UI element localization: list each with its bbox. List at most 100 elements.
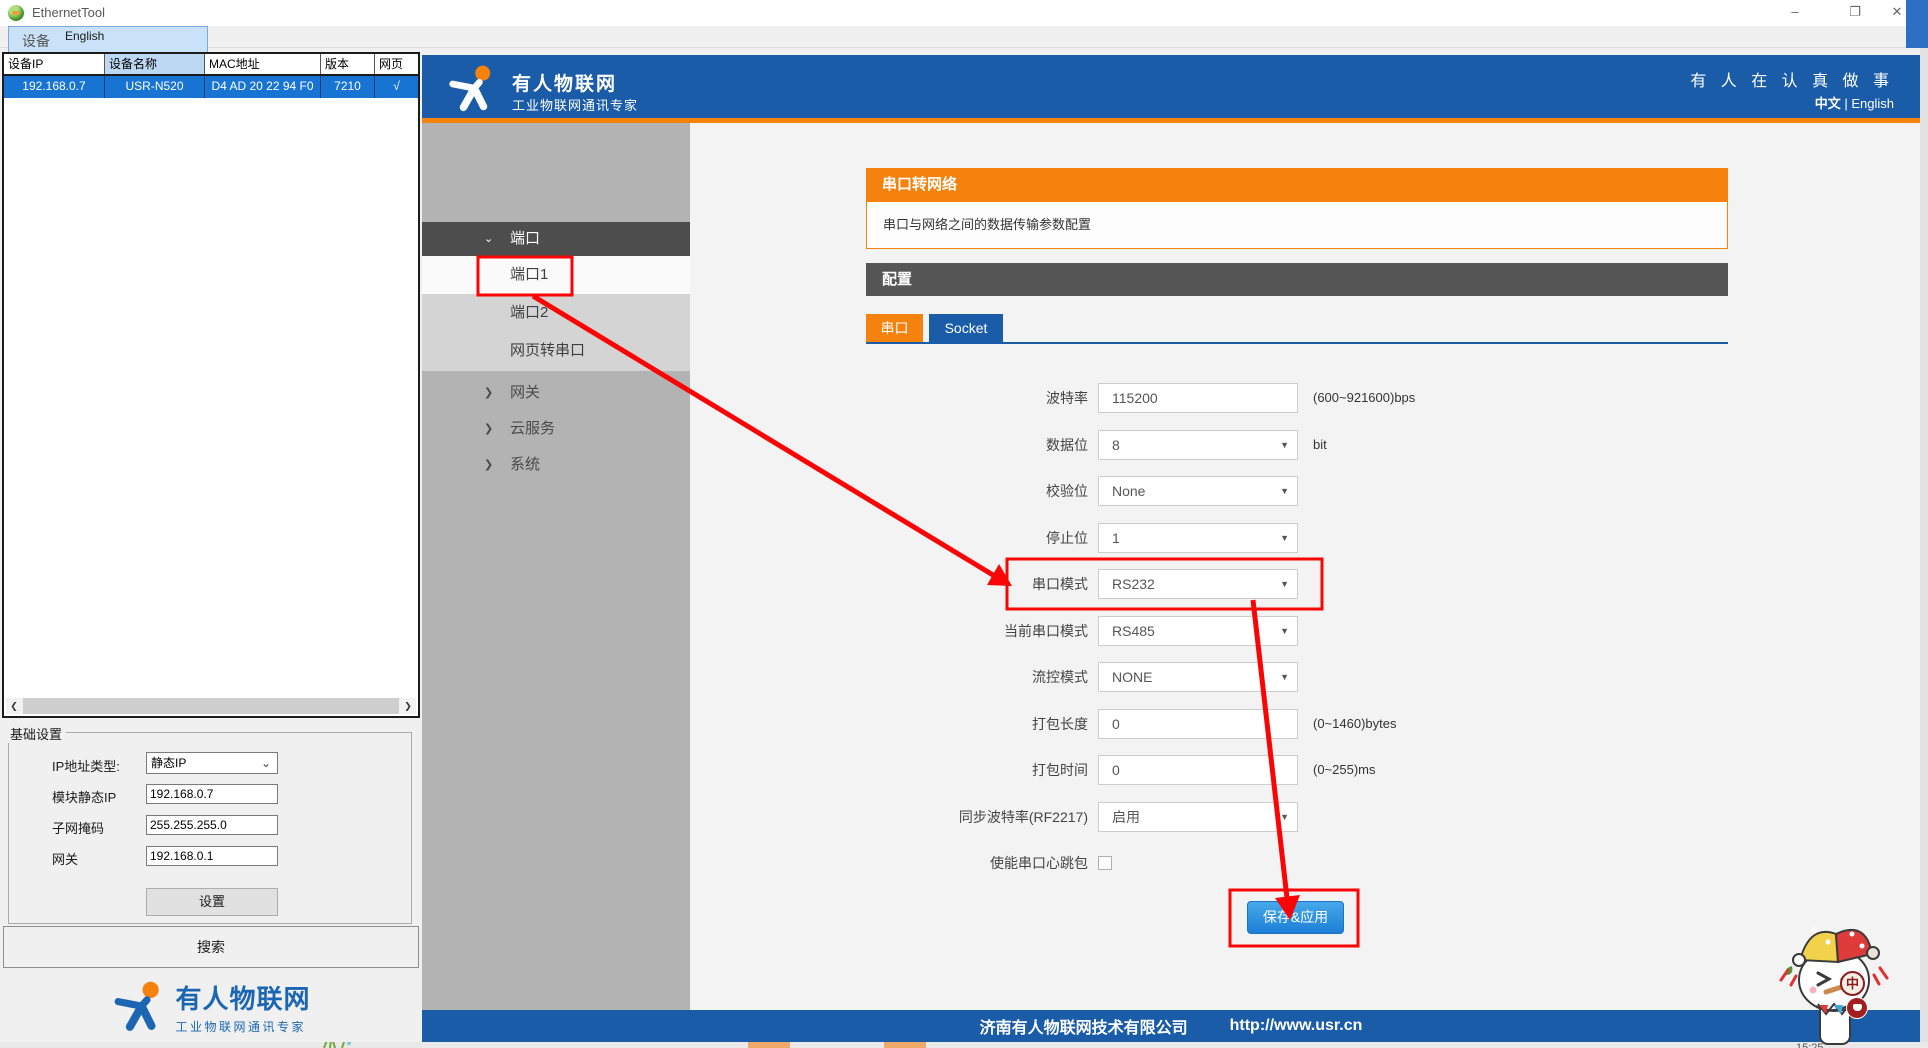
flowctrl-select[interactable]: NONE ▼ xyxy=(1098,662,1298,692)
open-webpage-icon[interactable]: √ xyxy=(375,76,418,98)
search-button[interactable]: 搜索 xyxy=(3,926,419,968)
databits-label: 数据位 xyxy=(1046,437,1088,453)
dropdown-arrow-icon: ▼ xyxy=(1280,579,1289,589)
basic-settings-title: 基础设置 xyxy=(6,724,67,743)
language-switch: 中文 | English xyxy=(1815,93,1894,112)
footer-url[interactable]: http://www.usr.cn xyxy=(1230,1017,1363,1035)
device-table-header: 设备IP 设备名称 MAC地址 版本 网页 xyxy=(4,54,418,76)
form-row-stopbits: 停止位 1 ▼ xyxy=(866,523,1728,553)
web-sidebar: ❯ 状态 ❯ 网络 ⌄ 端口 端口1 端口2 网页转串口 ❯ 网关 ❯ 云服务 … xyxy=(422,123,690,1010)
chevron-right-icon: ❯ xyxy=(484,387,494,399)
web-brand-name: 有人物联网 xyxy=(512,74,618,95)
sidebar-item-port2[interactable]: 端口2 xyxy=(510,294,680,332)
baud-input[interactable] xyxy=(1098,383,1298,413)
chevron-down-icon: ⌄ xyxy=(484,233,494,245)
tab-underline xyxy=(866,342,1728,344)
sidebar-submenu-block: 端口2 网页转串口 xyxy=(422,294,690,371)
save-apply-button[interactable]: 保存&应用 xyxy=(1247,901,1344,934)
taskbar-plant-sliver xyxy=(323,1042,351,1048)
serialmode-label: 串口模式 xyxy=(1032,576,1088,592)
sidebar-item-system[interactable]: ❯ 系统 xyxy=(422,447,690,483)
baud-unit: (600~921600)bps xyxy=(1313,390,1416,405)
device-row-selected[interactable]: 192.168.0.7 USR-N520 D4 AD 20 22 94 F0 7… xyxy=(4,76,418,98)
scroll-left-icon[interactable]: ❮ xyxy=(6,698,22,714)
stopbits-select[interactable]: 1 ▼ xyxy=(1098,523,1298,553)
sidebar-item-web2serial[interactable]: 网页转串口 xyxy=(510,332,680,370)
footer-company: 济南有人物联网技术有限公司 xyxy=(979,1020,1188,1037)
taskbar-sliver: 15:25 xyxy=(0,1042,1928,1048)
packlen-input[interactable] xyxy=(1098,709,1298,739)
form-row-flowctrl: 流控模式 NONE ▼ xyxy=(866,662,1728,692)
sidebar-item-gateway[interactable]: ❯ 网关 xyxy=(422,375,690,411)
col-header-mac[interactable]: MAC地址 xyxy=(205,54,321,74)
restore-button[interactable]: ❐ xyxy=(1838,0,1872,26)
dropdown-arrow-icon: ▼ xyxy=(1280,626,1289,636)
static-ip-input[interactable] xyxy=(146,784,278,804)
baud-label: 波特率 xyxy=(1046,390,1088,406)
section-config: 配置 xyxy=(866,263,1728,296)
packtime-input[interactable] xyxy=(1098,755,1298,785)
parity-select[interactable]: None ▼ xyxy=(1098,476,1298,506)
subnet-mask-input[interactable] xyxy=(146,815,278,835)
tab-serial[interactable]: 串口 xyxy=(866,314,923,343)
subnet-mask-label: 子网掩码 xyxy=(52,821,105,836)
dropdown-arrow-icon: ▼ xyxy=(1280,672,1289,682)
ime-red-icon[interactable] xyxy=(1846,997,1868,1019)
taskbar-button-sliver xyxy=(884,1042,926,1048)
minimize-button[interactable]: – xyxy=(1778,0,1812,26)
combo-arrow-icon: ⌄ xyxy=(260,756,271,770)
device-name-cell: USR-N520 xyxy=(105,76,205,98)
brand-slogan: 工业物联网通讯专家 xyxy=(175,1020,306,1034)
lang-en-link[interactable]: English xyxy=(1851,96,1894,111)
device-version-cell: 7210 xyxy=(321,76,375,98)
web-header: 有人物联网 工业物联网通讯专家 有 人 在 认 真 做 事 中文 | Engli… xyxy=(422,55,1920,118)
currentmode-select[interactable]: RS485 ▼ xyxy=(1098,616,1298,646)
menu-english[interactable]: English xyxy=(56,28,113,46)
web-motto: 有 人 在 认 真 做 事 xyxy=(1690,73,1894,90)
heartbeat-label: 使能串口心跳包 xyxy=(990,855,1088,871)
device-ip-cell: 192.168.0.7 xyxy=(4,76,105,98)
horizontal-scrollbar[interactable]: ❮ ❯ xyxy=(6,698,416,714)
sidebar-item-cloud[interactable]: ❯ 云服务 xyxy=(422,411,690,447)
databits-select[interactable]: 8 ▼ xyxy=(1098,430,1298,460)
set-button[interactable]: 设置 xyxy=(146,888,278,916)
browser-scrollbar-strip[interactable] xyxy=(1920,48,1928,1048)
heartbeat-checkbox[interactable] xyxy=(1098,856,1112,870)
packtime-unit: (0~255)ms xyxy=(1313,762,1376,777)
form-row-serialmode: 串口模式 RS232 ▼ xyxy=(866,569,1728,599)
col-header-version[interactable]: 版本 xyxy=(321,54,375,74)
lang-divider: | xyxy=(1844,96,1848,111)
sidebar-item-port[interactable]: ⌄ 端口 xyxy=(422,222,690,256)
syncbaud-label: 同步波特率(RF2217) xyxy=(958,809,1088,825)
sidebar-item-port1-selected[interactable]: 端口1 xyxy=(422,256,690,294)
app-icon xyxy=(8,5,24,21)
chevron-right-icon: ❯ xyxy=(484,459,494,471)
databits-unit: bit xyxy=(1313,437,1327,452)
web-footer: 济南有人物联网技术有限公司 http://www.usr.cn xyxy=(422,1010,1920,1042)
device-mac-cell: D4 AD 20 22 94 F0 xyxy=(205,76,321,98)
col-header-web[interactable]: 网页 xyxy=(375,54,418,74)
gateway-input[interactable] xyxy=(146,846,278,866)
serialmode-select[interactable]: RS232 ▼ xyxy=(1098,569,1298,599)
ip-type-label: IP地址类型: xyxy=(52,759,120,774)
tab-socket[interactable]: Socket xyxy=(929,314,1003,343)
ip-type-select[interactable]: 静态IP ⌄ xyxy=(146,752,278,774)
taskbar-button-sliver xyxy=(748,1042,790,1048)
lang-zh-link[interactable]: 中文 xyxy=(1815,96,1841,111)
form-row-parity: 校验位 None ▼ xyxy=(866,476,1728,506)
syncbaud-select[interactable]: 启用 ▼ xyxy=(1098,802,1298,832)
col-header-device-name[interactable]: 设备名称 xyxy=(105,54,205,74)
form-row-packtime: 打包时间 (0~255)ms xyxy=(866,755,1728,785)
scroll-right-icon[interactable]: ❯ xyxy=(400,698,416,714)
form-row-heartbeat: 使能串口心跳包 xyxy=(866,848,1728,878)
form-row-databits: 数据位 8 ▼ bit xyxy=(866,430,1728,460)
col-header-device-ip[interactable]: 设备IP xyxy=(4,54,105,74)
static-ip-label: 模块静态IP xyxy=(52,790,117,805)
dropdown-arrow-icon: ▼ xyxy=(1280,440,1289,450)
dropdown-arrow-icon: ▼ xyxy=(1280,812,1289,822)
form-row-packlen: 打包长度 (0~1460)bytes xyxy=(866,709,1728,739)
ime-badge[interactable]: 中 xyxy=(1840,971,1865,996)
scrollbar-thumb[interactable] xyxy=(23,698,399,714)
web-logo-person-icon xyxy=(449,65,491,112)
taskbar-clock: 15:25 xyxy=(1796,1042,1824,1048)
